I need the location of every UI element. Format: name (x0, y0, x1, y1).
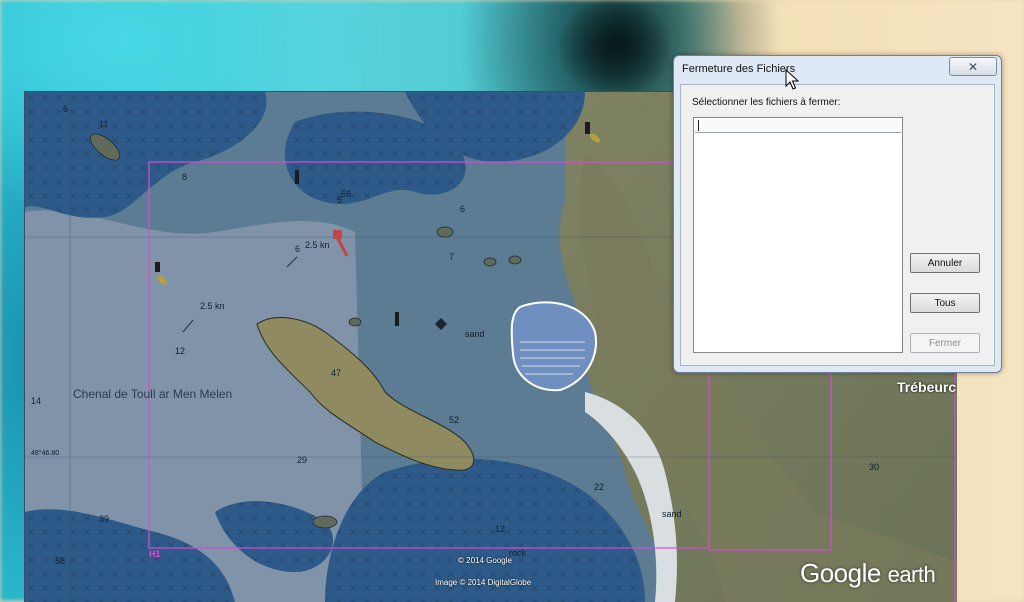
depth-label: 6 (295, 244, 301, 254)
depth-label: 58 (55, 556, 66, 566)
depth-label: 7 (449, 252, 455, 262)
current-label: 2.5 kn (305, 240, 330, 250)
google-earth-logo: Google earth (800, 558, 936, 589)
depth-label: 12 (175, 346, 186, 356)
desktop-shadow (560, 0, 670, 95)
cancel-button[interactable]: Annuler (910, 253, 980, 273)
depth-label: 22 (594, 482, 605, 492)
close-files-dialog: Fermeture des Fichiers ✕ Sélectionner le… (673, 55, 1002, 373)
dialog-title-bar[interactable]: Fermeture des Fichiers ✕ (674, 56, 1001, 82)
logo-google-text: Google (800, 558, 881, 588)
depth-label: 8 (182, 172, 188, 182)
dialog-title: Fermeture des Fichiers (682, 63, 796, 75)
close-button[interactable]: ✕ (949, 57, 997, 76)
close-files-button[interactable]: Fermer (910, 333, 980, 353)
file-list[interactable] (693, 117, 903, 353)
channel-label: Chenal de Toull ar Men Melen (73, 387, 233, 401)
file-list-focus-row[interactable] (695, 119, 901, 133)
depth-label: 47 (331, 368, 342, 378)
depth-label: 11 (99, 119, 109, 129)
copyright-imagery: Image © 2014 DigitalGlobe (435, 578, 532, 587)
depth-label: 6 (460, 204, 466, 214)
depth-label: 6 (63, 104, 69, 114)
close-icon: ✕ (967, 59, 979, 74)
depth-label: 56 (341, 189, 352, 199)
seabed-label: sand (465, 329, 485, 339)
depth-label: 39 (99, 514, 110, 524)
depth-label: 30 (869, 462, 880, 472)
seabed-label: sand (662, 509, 682, 519)
depth-label: 29 (297, 455, 308, 465)
copyright-google: © 2014 Google (458, 556, 512, 565)
select-all-button[interactable]: Tous (910, 293, 980, 313)
file-list-label: Sélectionner les fichiers à fermer: (692, 97, 841, 108)
mouse-pointer-icon (785, 69, 799, 90)
dialog-client-area: Sélectionner les fichiers à fermer: Annu… (680, 84, 995, 366)
depth-label: 52 (449, 415, 460, 425)
chart-area-label: H1 (149, 549, 161, 559)
depth-label: 12 (495, 524, 506, 534)
town-label: Trébeurc (897, 379, 957, 395)
latitude-label: 48°46.80 (31, 450, 60, 457)
current-label: 2.5 kn (200, 301, 225, 311)
logo-earth-text: earth (887, 562, 936, 587)
depth-label: 14 (31, 396, 42, 406)
